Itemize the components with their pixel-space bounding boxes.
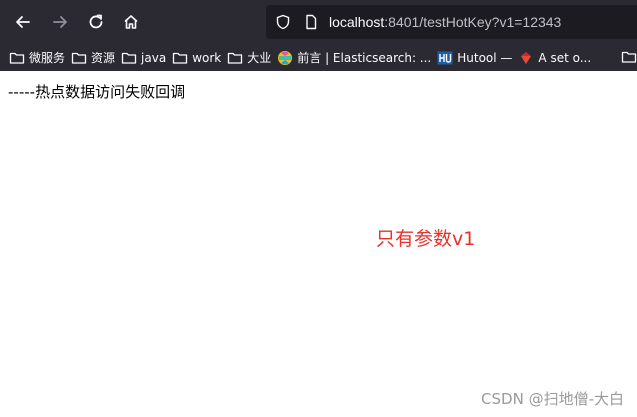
- csdn-watermark: CSDN @扫地僧-大白: [481, 390, 624, 408]
- home-icon: [124, 15, 138, 29]
- folder-icon: [172, 50, 188, 66]
- folder-icon: [71, 50, 87, 66]
- browser-chrome: localhost:8401/testHotKey?v1=12343 微服务 资…: [0, 0, 637, 71]
- arrow-left-icon: [16, 16, 30, 28]
- bookmark-label: 资源: [91, 51, 116, 65]
- bookmark-folder-weifuwu[interactable]: 微服务: [7, 47, 69, 69]
- bookmark-folder-ziyuan[interactable]: 资源: [69, 47, 119, 69]
- page-content: -----热点数据访问失败回调 只有参数v1 CSDN @扫地僧-大白: [0, 71, 637, 417]
- shield-icon[interactable]: [275, 14, 291, 30]
- page-icon[interactable]: [303, 14, 319, 30]
- ruby-icon: [518, 50, 534, 66]
- folder-icon: [9, 50, 25, 66]
- bookmark-ruby-set[interactable]: A set o...: [516, 47, 595, 69]
- home-button[interactable]: [117, 8, 145, 36]
- forward-button[interactable]: [46, 8, 74, 36]
- bookmark-folder-daye[interactable]: 大业: [225, 47, 275, 69]
- bookmark-label: 微服务: [29, 51, 66, 65]
- url-path: :8401/testHotKey?v1=12343: [384, 14, 562, 30]
- bookmark-label: java: [141, 50, 167, 65]
- navigation-toolbar: localhost:8401/testHotKey?v1=12343: [0, 0, 637, 44]
- bookmark-hutool[interactable]: Hutool —: [435, 47, 516, 69]
- address-bar[interactable]: localhost:8401/testHotKey?v1=12343: [266, 5, 637, 39]
- bookmark-label: A set o...: [538, 50, 592, 65]
- reload-button[interactable]: [82, 8, 110, 36]
- hutool-icon: [437, 50, 453, 66]
- bookmarks-toolbar: 微服务 资源 java work 大业 前言 | Elasticsearch: …: [0, 44, 637, 71]
- bookmark-label: Hutool —: [457, 50, 513, 65]
- reload-icon: [89, 14, 103, 29]
- back-button[interactable]: [9, 8, 37, 36]
- bookmark-folder-java[interactable]: java: [119, 47, 170, 69]
- folder-icon: [227, 50, 243, 66]
- bookmark-folder-work[interactable]: work: [170, 47, 225, 69]
- arrow-right-icon: [53, 16, 67, 28]
- response-text: -----热点数据访问失败回调: [8, 83, 186, 101]
- other-bookmarks-folder-icon[interactable]: [621, 49, 637, 65]
- annotation-text: 只有参数v1: [376, 228, 476, 250]
- folder-icon: [121, 50, 137, 66]
- url-text[interactable]: localhost:8401/testHotKey?v1=12343: [329, 14, 561, 30]
- elasticsearch-icon: [277, 50, 293, 66]
- bookmark-label: 大业: [247, 51, 272, 65]
- bookmark-label: 前言 | Elasticsearch: ...: [297, 51, 432, 65]
- url-host: localhost: [329, 14, 385, 30]
- bookmark-label: work: [192, 50, 222, 65]
- bookmark-elasticsearch[interactable]: 前言 | Elasticsearch: ...: [275, 47, 435, 69]
